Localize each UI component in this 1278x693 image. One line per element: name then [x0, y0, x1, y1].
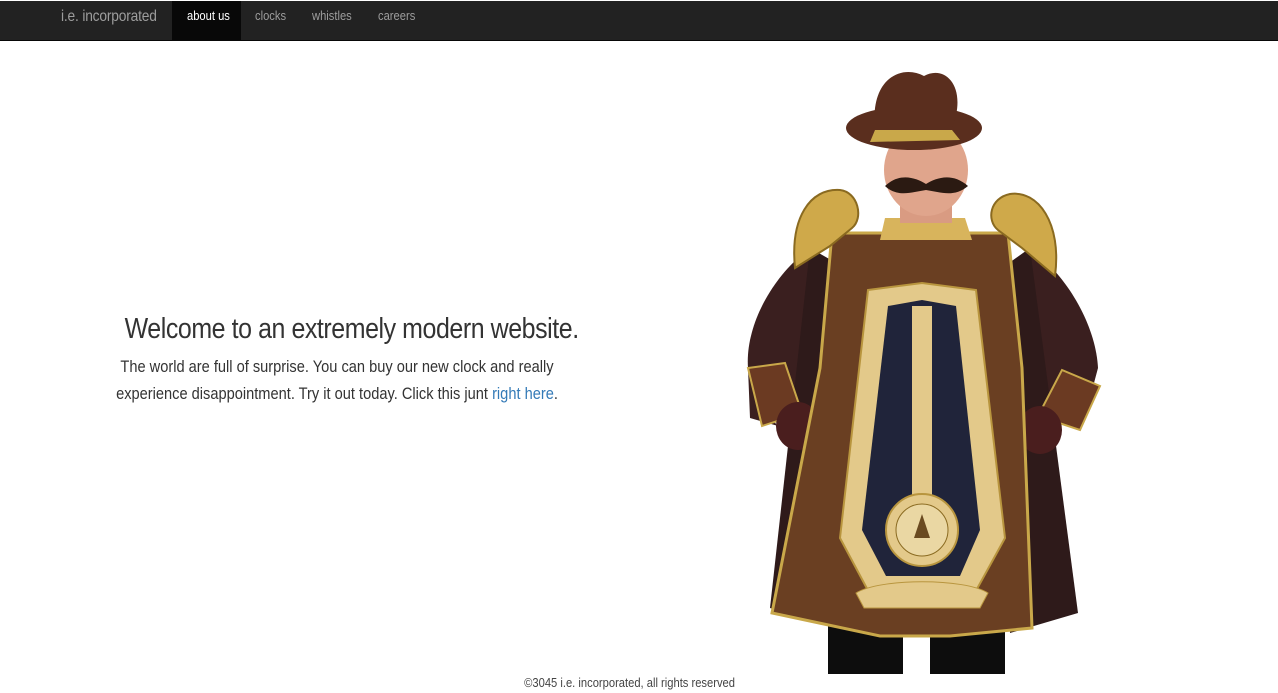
nav-item-whistles[interactable]: whistles [298, 1, 364, 41]
nav-item-label: careers [378, 8, 416, 23]
footer: ©3045 i.e. incorporated, all rights rese… [0, 673, 1260, 693]
grandfather-clock-costume-icon [746, 71, 1102, 674]
brand-link[interactable]: i.e. incorporated [61, 1, 157, 41]
hero-text: The world are full of surprise. You can … [96, 353, 578, 407]
nav-item-label: clocks [255, 8, 287, 23]
hero-trailing-punctuation: . [553, 384, 558, 403]
hero-section: Welcome to an extremely modern website. … [90, 305, 585, 407]
hero-heading: Welcome to an extremely modern website. [124, 313, 579, 345]
nav-item-label: whistles [312, 8, 352, 23]
clock-costume-image [740, 68, 1110, 674]
nav-item-careers[interactable]: careers [364, 1, 430, 41]
nav-item-label: about us [187, 8, 230, 23]
hero-body-text: The world are full of surprise. You can … [116, 357, 554, 403]
nav-item-clocks[interactable]: clocks [241, 1, 298, 41]
nav-menu: about us clocks whistles careers [172, 1, 430, 41]
page: i.e. incorporated about us clocks whistl… [0, 0, 1278, 693]
right-here-link[interactable]: right here [492, 384, 554, 403]
copyright-text: ©3045 i.e. incorporated, all rights rese… [524, 675, 736, 690]
nav-item-about-us[interactable]: about us [172, 1, 241, 41]
navbar: i.e. incorporated about us clocks whistl… [0, 1, 1278, 41]
